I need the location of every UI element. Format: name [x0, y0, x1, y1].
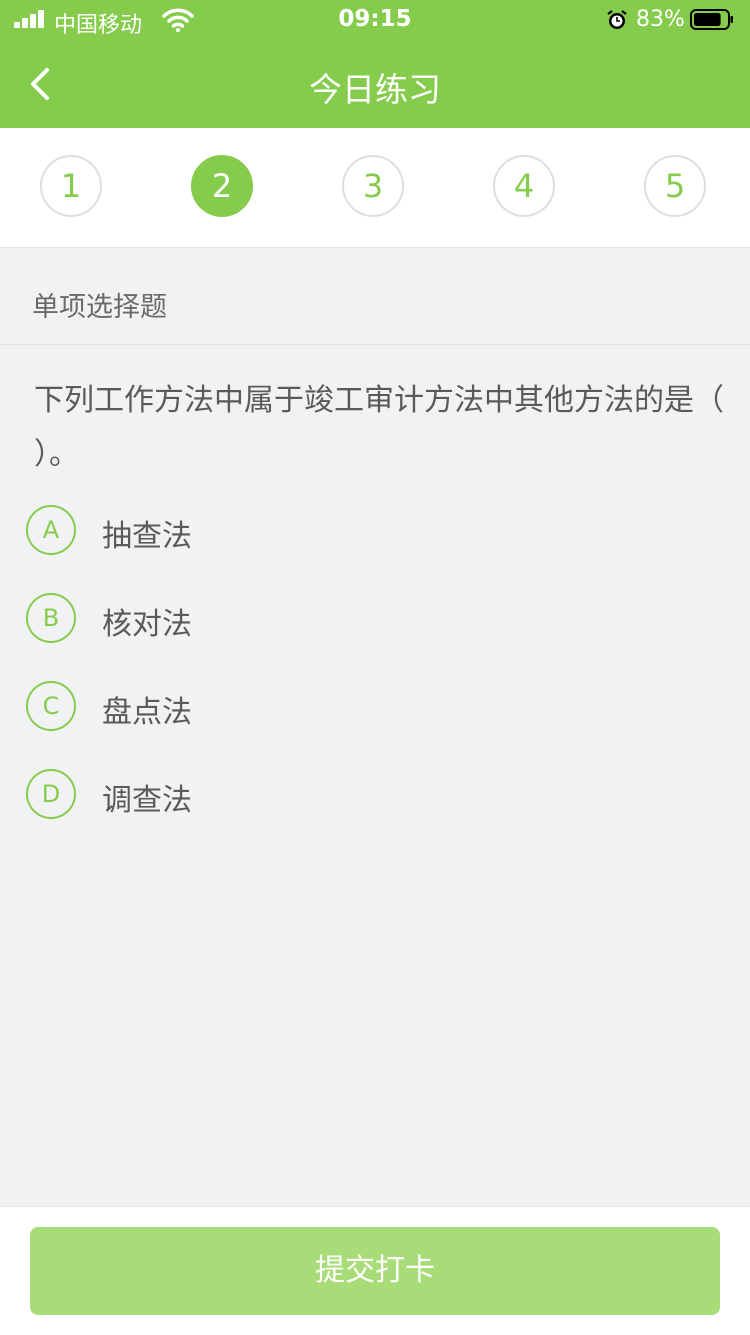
question-type-bar: 单项选择题	[0, 248, 750, 345]
step-1-button[interactable]: 1	[40, 155, 102, 217]
option-b-letter: B	[26, 593, 76, 643]
option-a-letter: A	[26, 505, 76, 555]
step-5-button[interactable]: 5	[644, 155, 706, 217]
step-3-button[interactable]: 3	[342, 155, 404, 217]
question-type-label: 单项选择题	[32, 292, 167, 323]
step-2-button[interactable]: 2	[191, 155, 253, 217]
option-d[interactable]: D 调查法	[26, 769, 426, 821]
alarm-icon	[607, 10, 627, 29]
question-text: 下列工作方法中属于竣工审计方法中其他方法的是（ ）。	[34, 383, 724, 472]
option-a[interactable]: A 抽查法	[26, 505, 426, 557]
battery-percent: 83%	[636, 7, 685, 32]
footer-bar: 提交打卡	[0, 1206, 750, 1335]
submit-checkin-button[interactable]: 提交打卡	[30, 1227, 720, 1315]
page-title: 今日练习	[309, 70, 441, 109]
header: 中国移动 09:15 83% 今日练习	[0, 0, 750, 128]
step-4-button[interactable]: 4	[493, 155, 555, 217]
option-b-label: 核对法	[102, 607, 192, 642]
option-d-label: 调查法	[102, 783, 192, 818]
option-c-letter: C	[26, 681, 76, 731]
status-bar: 中国移动 09:15 83%	[0, 0, 750, 40]
option-c[interactable]: C 盘点法	[26, 681, 426, 733]
question-stepper: 1 2 3 4 5	[0, 128, 750, 248]
option-d-letter: D	[26, 769, 76, 819]
option-b[interactable]: B 核对法	[26, 593, 426, 645]
battery-icon	[690, 9, 733, 30]
option-c-label: 盘点法	[102, 695, 192, 730]
option-a-label: 抽查法	[102, 519, 192, 554]
